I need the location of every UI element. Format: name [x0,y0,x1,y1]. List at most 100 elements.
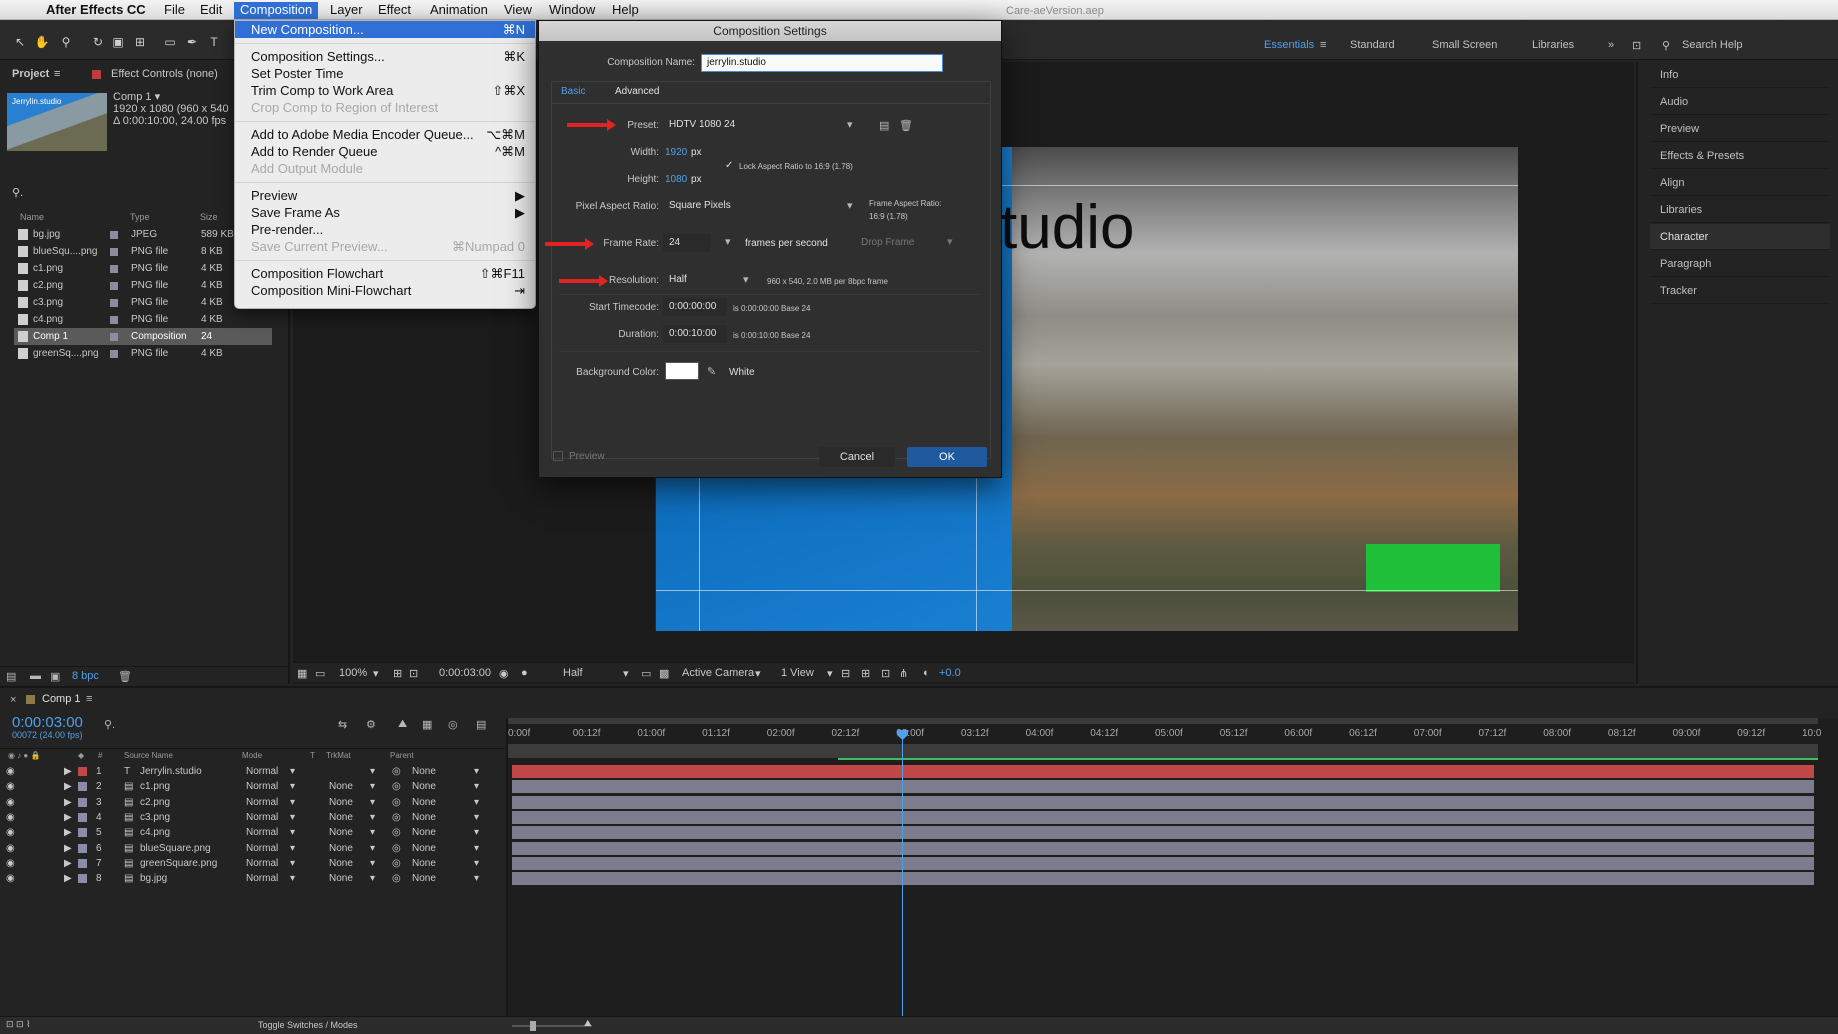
menu-window[interactable]: Window [543,2,601,19]
expand-triangle-icon[interactable]: ▶ [64,779,72,794]
chevron-down-icon[interactable]: ▾ [370,856,375,871]
expand-triangle-icon[interactable]: ▶ [64,841,72,856]
workspace-small-screen[interactable]: Small Screen [1432,39,1497,51]
expand-triangle-icon[interactable]: ▶ [64,810,72,825]
parent-pickwhip-icon[interactable]: ◎ [392,856,401,871]
eyedropper-icon[interactable]: ✎ [707,365,716,378]
layer-parent-dropdown[interactable]: None [412,825,436,840]
workspace-standard[interactable]: Standard [1350,39,1395,51]
type-tool-icon[interactable]: T [206,34,222,50]
close-tab-icon[interactable]: × [10,694,16,706]
menu-item-add-to-render-queue[interactable]: Add to Render Queue ^⌘M [235,143,535,160]
chevron-down-icon[interactable]: ▾ [290,841,295,856]
chevron-down-icon[interactable]: ▾ [474,825,479,840]
layer-mode-dropdown[interactable]: Normal [246,764,278,779]
label-color-icon[interactable] [78,874,87,884]
graph-editor-icon[interactable]: ▤ [476,718,486,731]
guide-line[interactable] [656,590,1518,591]
layer-trkmat-dropdown[interactable]: None [329,825,353,840]
layer-trkmat-dropdown[interactable]: None [329,871,353,886]
expand-triangle-icon[interactable]: ▶ [64,795,72,810]
layer-row[interactable]: ◉ ▶ 7 ▤ greenSquare.png Normal ▾ None ▾ ◎ None ▾ [0,856,505,871]
layer-mode-dropdown[interactable]: Normal [246,825,278,840]
pan-behind-tool-icon[interactable]: ⊞ [132,34,148,50]
parent-pickwhip-icon[interactable]: ◎ [392,795,401,810]
chevron-down-icon[interactable]: ▾ [743,273,749,286]
draft-3d-icon[interactable]: ⚙ [366,718,376,731]
render-time-icon[interactable]: ⊡ ⊡ ⌇ [6,1019,30,1030]
layer-row[interactable]: ◉ ▶ 1 T Jerrylin.studio Normal ▾ ▾ ◎ None ▾ [0,764,505,779]
panel-align[interactable]: Align [1650,170,1830,196]
layer-name[interactable]: c3.png [140,810,170,825]
flowchart-icon[interactable]: ⋔ [899,667,908,680]
preview-checkbox[interactable] [553,451,563,461]
label-color-icon[interactable] [110,248,118,256]
col-mode[interactable]: Mode [242,751,262,760]
chevron-down-icon[interactable]: ▾ [370,810,375,825]
camera-dropdown[interactable]: Active Camera [682,667,754,679]
save-preset-icon[interactable]: ▤ [879,119,889,132]
layer-parent-dropdown[interactable]: None [412,856,436,871]
transparency-grid-icon[interactable]: ▩ [659,667,669,680]
zoom-in-icon[interactable]: ⛰ [584,1018,592,1029]
parent-pickwhip-icon[interactable]: ◎ [392,779,401,794]
bg-color-swatch[interactable] [665,362,699,380]
panel-preview[interactable]: Preview [1650,116,1830,142]
label-color-icon[interactable] [110,333,118,341]
comp-info-name[interactable]: Comp 1 ▾ [113,91,229,103]
lock-aspect-checkbox[interactable]: ✓ [725,160,733,171]
par-dropdown[interactable]: Square Pixels [663,197,861,215]
parent-pickwhip-icon[interactable]: ◎ [392,825,401,840]
layer-name[interactable]: c2.png [140,795,170,810]
layer-mode-dropdown[interactable]: Normal [246,856,278,871]
tab-project[interactable]: Project [12,68,49,80]
layer-name[interactable]: c4.png [140,825,170,840]
chevron-down-icon[interactable]: ▾ [370,871,375,886]
chevron-down-icon[interactable]: ▾ [827,667,833,680]
camera-tool-icon[interactable]: ▣ [110,34,126,50]
layer-row[interactable]: ◉ ▶ 3 ▤ c2.png Normal ▾ None ▾ ◎ None ▾ [0,795,505,810]
cancel-button[interactable]: Cancel [819,447,895,467]
layer-duration-bar[interactable] [512,795,1814,809]
search-icon[interactable]: ⚲ [1662,39,1670,52]
layer-duration-bar[interactable] [512,826,1814,840]
toggle-switches-modes[interactable]: Toggle Switches / Modes [258,1020,358,1030]
monitor-icon[interactable]: ▭ [315,667,325,680]
layer-trkmat-dropdown[interactable]: None [329,841,353,856]
layer-parent-dropdown[interactable]: None [412,810,436,825]
chevron-down-icon[interactable]: ▾ [290,825,295,840]
zoom-slider[interactable] [512,1025,592,1027]
layer-duration-bar[interactable] [512,780,1814,794]
chevron-down-icon[interactable]: ▾ [290,764,295,779]
layer-duration-bar[interactable] [512,872,1814,886]
col-size[interactable]: Size [200,210,218,225]
green-square-layer[interactable] [1366,544,1500,592]
label-color-icon[interactable] [78,782,87,792]
drop-frame-dropdown[interactable]: Drop Frame [855,234,959,252]
project-item[interactable]: greenSq....png PNG file 4 KB [14,345,272,362]
layer-parent-dropdown[interactable]: None [412,841,436,856]
pixel-aspect-icon[interactable]: ⊟ [841,667,850,680]
layer-mode-dropdown[interactable]: Normal [246,841,278,856]
panel-menu-icon[interactable]: ≡ [86,693,92,705]
chevron-down-icon[interactable]: ▾ [474,795,479,810]
layer-row[interactable]: ◉ ▶ 8 ▤ bg.jpg Normal ▾ None ▾ ◎ None ▾ [0,871,505,886]
workspace-menu-icon[interactable]: ≡ [1320,39,1326,51]
parent-pickwhip-icon[interactable]: ◎ [392,871,401,886]
menu-item-composition-flowchart[interactable]: Composition Flowchart ⇧⌘F11 [235,265,535,282]
visibility-eye-icon[interactable]: ◉ [6,764,15,779]
interpret-footage-icon[interactable]: ▤ [6,670,16,683]
visibility-eye-icon[interactable]: ◉ [6,871,15,886]
panel-effects-presets[interactable]: Effects & Presets [1650,143,1830,169]
selection-tool-icon[interactable]: ↖ [12,34,28,50]
label-color-icon[interactable] [110,282,118,290]
chevron-down-icon[interactable]: ▾ [290,856,295,871]
menu-item-pre-render[interactable]: Pre-render... [235,221,535,238]
layer-parent-dropdown[interactable]: None [412,795,436,810]
visibility-eye-icon[interactable]: ◉ [6,795,15,810]
menu-item-composition-settings[interactable]: Composition Settings... ⌘K [235,48,535,65]
layer-trkmat-dropdown[interactable]: None [329,779,353,794]
exposure-icon[interactable]: ◐ [923,667,930,679]
menu-item-composition-mini-flowchart[interactable]: Composition Mini-Flowchart ⇥ [235,282,535,299]
col-trkmat[interactable]: TrkMat [326,751,351,760]
